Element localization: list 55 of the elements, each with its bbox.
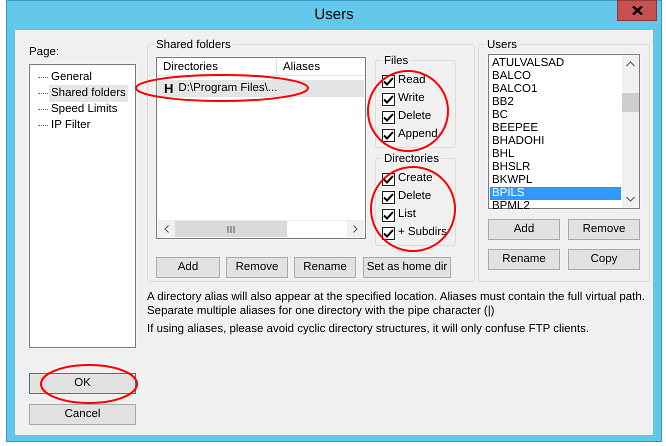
user-item[interactable]: BPML2	[490, 200, 621, 213]
tree-item[interactable]: Shared folders	[49, 84, 128, 102]
user-item[interactable]: BALCO	[490, 70, 621, 83]
window-title: Users	[314, 5, 354, 26]
checkbox[interactable]	[382, 128, 395, 142]
tree-item[interactable]: General	[49, 68, 94, 86]
note-text: A directory alias will also appear at the specified location. Aliases must contain the full virtual path. Separate multiple aliases for one directory with the pipe character (|)	[147, 290, 646, 318]
note-text: If using aliases, please avoid cyclic directory structures, it will only confuse FTP clients.	[147, 322, 590, 336]
user-item[interactable]: ATULVALSAD	[490, 57, 621, 70]
checkbox-label: Read	[398, 73, 426, 88]
horizontal-scrollbar[interactable]	[158, 220, 364, 237]
directory-path: D:\Program Files\...	[178, 80, 278, 96]
tree-item[interactable]: IP Filter	[49, 116, 92, 134]
checkbox-label: + Subdirs	[398, 225, 447, 240]
vertical-scrollbar[interactable]	[622, 55, 639, 208]
page-label: Page:	[29, 45, 60, 60]
user-item[interactable]: BB2	[490, 96, 621, 109]
scrollbar-thumb[interactable]	[175, 221, 287, 237]
user-item[interactable]: BHSLR	[490, 161, 621, 174]
ok-button[interactable]: OK	[29, 373, 136, 394]
home-marker: H	[164, 82, 174, 95]
dialog-button[interactable]: Set as home dir	[363, 257, 451, 278]
dialog-button[interactable]: Rename	[488, 249, 560, 270]
checkbox[interactable]	[382, 226, 395, 240]
dialog-button[interactable]: Rename	[294, 257, 356, 278]
checkbox-label: List	[398, 207, 416, 222]
user-item[interactable]: BHL	[490, 148, 621, 161]
checkbox[interactable]	[382, 208, 395, 222]
directory-row[interactable]: H D:\Program Files\...	[158, 80, 364, 97]
dialog-button[interactable]: Add	[156, 257, 220, 278]
user-item[interactable]: BHADOHI	[490, 135, 621, 148]
dialog-button[interactable]: Remove	[226, 257, 288, 278]
close-button[interactable]	[617, 0, 657, 21]
user-item[interactable]: BEEPEE	[490, 122, 621, 135]
checkbox-label: Create	[398, 171, 433, 186]
checkbox-label: Write	[398, 91, 425, 106]
dialog-button[interactable]: Add	[488, 219, 560, 240]
cancel-button[interactable]: Cancel	[29, 404, 136, 425]
checkbox-label: Delete	[398, 109, 432, 124]
user-item[interactable]: BC	[490, 109, 621, 122]
column-header[interactable]: Directories	[157, 58, 277, 75]
user-item[interactable]: BKWPL	[490, 174, 621, 187]
checkbox-label: Append	[398, 127, 438, 142]
checkbox-label: Delete	[398, 189, 432, 204]
dialog-button[interactable]: Copy	[568, 249, 640, 270]
checkbox[interactable]	[382, 92, 395, 106]
checkbox[interactable]	[382, 110, 395, 124]
column-header[interactable]: Aliases	[277, 58, 365, 75]
dialog-button[interactable]: Remove	[568, 219, 640, 240]
grip-icon	[227, 226, 235, 232]
user-item[interactable]: BALCO1	[490, 83, 621, 96]
tree-item[interactable]: Speed Limits	[49, 100, 120, 118]
checkbox[interactable]	[382, 190, 395, 204]
scrollbar-thumb[interactable]	[622, 93, 639, 112]
close-icon	[632, 6, 642, 15]
